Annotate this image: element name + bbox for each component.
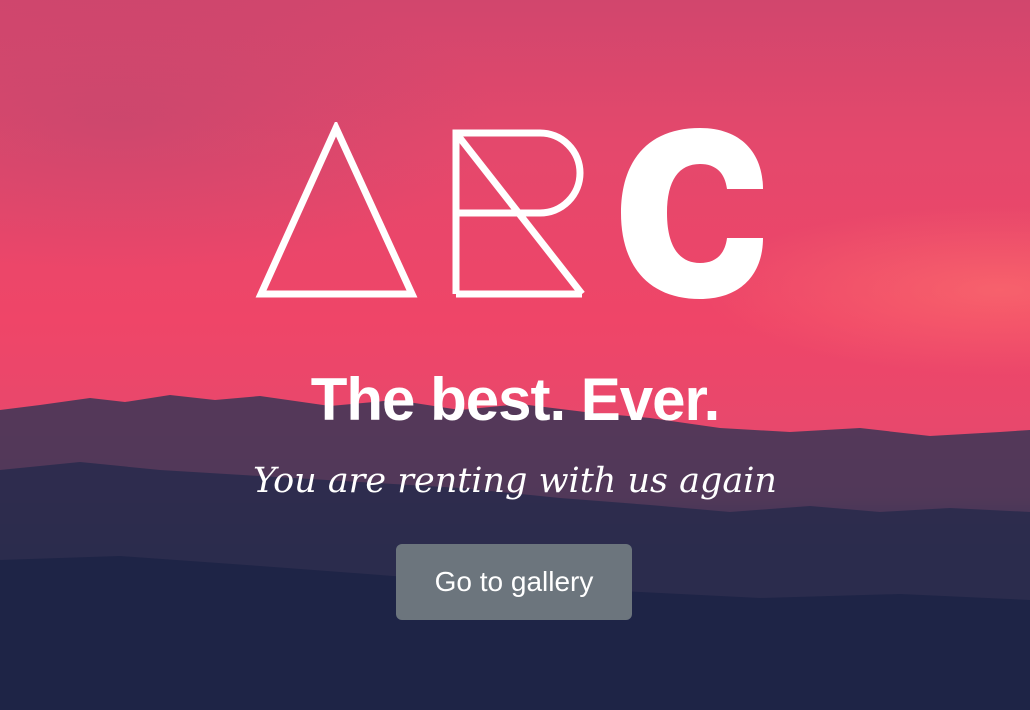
hero-headline: The best. Ever. [310,366,721,433]
go-to-gallery-button[interactable]: Go to gallery [396,544,632,620]
hero-tagline: You are renting with us again [253,461,777,501]
hero-section: The best. Ever. You are renting with us … [0,0,1030,710]
arc-logo-icon [255,122,763,299]
